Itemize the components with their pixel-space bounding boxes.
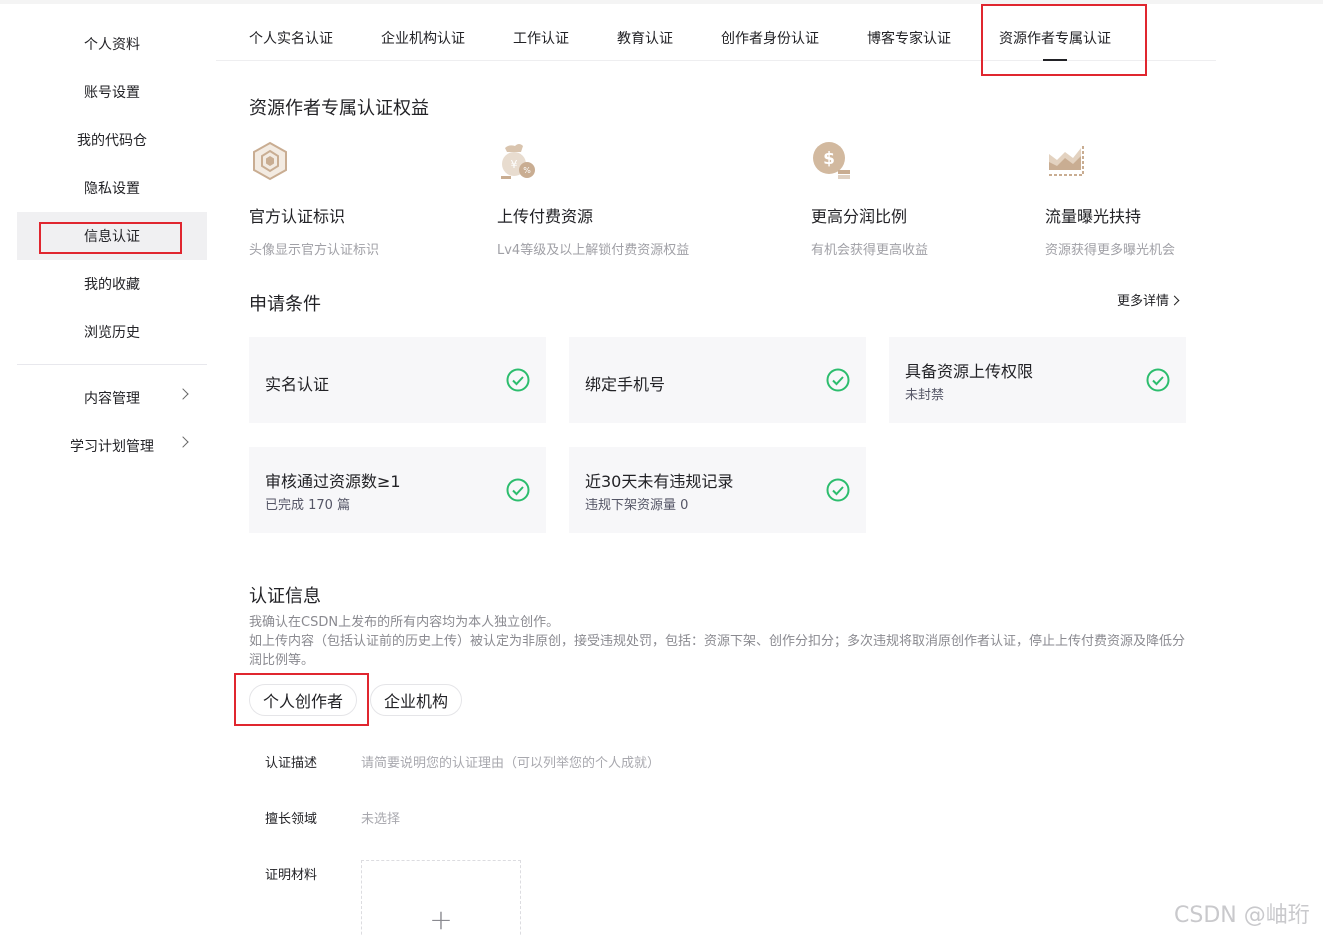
sidebar-item-favorites[interactable]: 我的收藏: [17, 260, 207, 308]
official-badge-icon: [253, 141, 287, 181]
tab-creator[interactable]: 创作者身份认证: [721, 28, 819, 48]
expertise-label: 擅长领域: [265, 812, 318, 827]
benefit-item: 官方认证标识 头像显示官方认证标识: [249, 140, 479, 258]
svg-text:¥: ¥: [511, 158, 518, 171]
condition-title: 近30天未有违规记录: [585, 472, 734, 491]
upload-proof-button[interactable]: +: [361, 860, 521, 935]
tab-blog-expert[interactable]: 博客专家认证: [867, 28, 951, 48]
more-details-link[interactable]: 更多详情: [1117, 290, 1180, 309]
check-circle-icon: [826, 478, 850, 502]
condition-card: 具备资源上传权限 未封禁: [889, 337, 1186, 423]
plus-icon: +: [429, 902, 453, 935]
conditions-heading: 申请条件: [249, 294, 321, 315]
condition-title: 实名认证: [265, 375, 330, 394]
highlight-box-sidebar: [39, 222, 182, 254]
benefit-title: 更高分润比例: [811, 207, 908, 226]
tab-enterprise[interactable]: 企业机构认证: [381, 28, 465, 48]
sidebar-item-profile[interactable]: 个人资料: [17, 20, 207, 68]
description-label: 认证描述: [265, 756, 318, 771]
benefit-title: 上传付费资源: [497, 207, 594, 226]
tab-education[interactable]: 教育认证: [617, 28, 673, 48]
benefit-title: 流量曝光扶持: [1045, 207, 1142, 226]
chevron-right-icon: [177, 388, 189, 400]
sidebar-item-study-plan[interactable]: 学习计划管理: [17, 422, 207, 470]
benefit-desc: 头像显示官方认证标识: [249, 243, 380, 258]
benefit-desc: Lv4等级及以上解锁付费资源权益: [497, 243, 690, 258]
highlight-box-tab: [981, 4, 1147, 76]
tab-real-name[interactable]: 个人实名认证: [249, 28, 333, 48]
traffic-boost-icon: [1049, 146, 1084, 176]
condition-subtext: 违规下架资源量 0: [585, 498, 689, 513]
condition-title: 具备资源上传权限: [905, 362, 1034, 381]
watermark: CSDN @岫珩: [1174, 903, 1310, 928]
svg-text:$: $: [823, 149, 835, 169]
condition-card: 审核通过资源数≥1 已完成 170 篇: [249, 447, 546, 533]
benefit-desc: 有机会获得更高收益: [811, 243, 929, 258]
condition-card: 绑定手机号: [569, 337, 866, 423]
sidebar-item-label: 学习计划管理: [70, 439, 154, 455]
sidebar-item-code-repo[interactable]: 我的代码仓: [17, 116, 207, 164]
notice-line: 我确认在CSDN上发布的所有内容均为本人独立创作。: [249, 615, 560, 630]
check-circle-icon: [826, 368, 850, 392]
expertise-select[interactable]: 未选择: [361, 808, 400, 827]
chevron-right-icon: [1169, 295, 1180, 306]
sidebar-item-account-settings[interactable]: 账号设置: [17, 68, 207, 116]
condition-title: 绑定手机号: [585, 375, 666, 394]
benefit-title: 官方认证标识: [249, 207, 346, 226]
sidebar-item-history[interactable]: 浏览历史: [17, 308, 207, 356]
description-input[interactable]: 请简要说明您的认证理由（可以列举您的个人成就）: [361, 752, 660, 771]
condition-subtext: 已完成 170 篇: [265, 498, 351, 513]
chevron-right-icon: [177, 436, 189, 448]
highlight-box-type: [234, 673, 369, 726]
tab-work[interactable]: 工作认证: [513, 28, 569, 48]
benefit-item: $ 更高分润比例 有机会获得更高收益: [811, 140, 1041, 258]
paid-resource-icon: ¥ %: [501, 144, 535, 179]
sidebar-item-privacy[interactable]: 隐私设置: [17, 164, 207, 212]
sidebar-item-content-management[interactable]: 内容管理: [17, 374, 207, 422]
sidebar-divider: [17, 364, 207, 365]
revenue-share-icon: $: [813, 142, 850, 179]
svg-text:%: %: [523, 166, 531, 175]
sidebar-item-label: 内容管理: [84, 391, 140, 407]
more-details-label: 更多详情: [1117, 294, 1170, 309]
condition-subtext: 未封禁: [905, 388, 945, 403]
condition-card: 近30天未有违规记录 违规下架资源量 0: [569, 447, 866, 533]
benefit-item: 流量曝光扶持 资源获得更多曝光机会: [1045, 140, 1275, 258]
check-circle-icon: [506, 368, 530, 392]
benefits-heading: 资源作者专属认证权益: [249, 98, 429, 119]
condition-title: 审核通过资源数≥1: [265, 472, 401, 491]
originality-notice: 我确认在CSDN上发布的所有内容均为本人独立创作。 如上传内容（包括认证前的历史…: [249, 613, 1189, 670]
benefit-desc: 资源获得更多曝光机会: [1045, 243, 1176, 258]
auth-info-heading: 认证信息: [249, 586, 321, 607]
condition-card: 实名认证: [249, 337, 546, 423]
proof-label: 证明材料: [265, 868, 318, 883]
type-organization-button[interactable]: 企业机构: [370, 684, 463, 716]
notice-line: 如上传内容（包括认证前的历史上传）被认定为非原创，接受违规处罚，包括：资源下架、…: [249, 634, 1186, 668]
check-circle-icon: [506, 478, 530, 502]
check-circle-icon: [1146, 368, 1170, 392]
benefit-item: ¥ % 上传付费资源 Lv4等级及以上解锁付费资源权益: [497, 140, 727, 258]
